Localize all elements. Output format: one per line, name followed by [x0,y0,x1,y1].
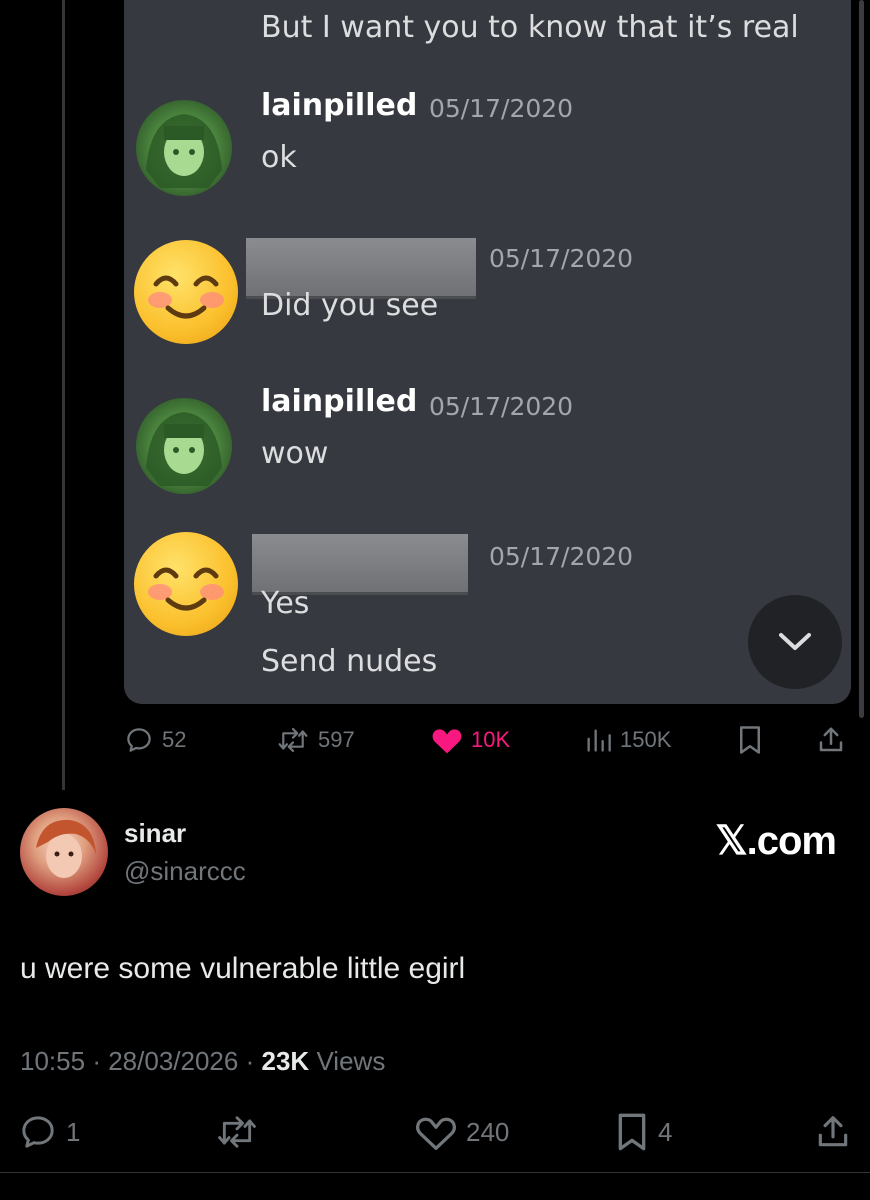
view-count: 150K [620,727,672,752]
message-timestamp: 05/17/2020 [489,244,634,273]
tweet-date[interactable]: 28/03/2026 [108,1046,238,1076]
analytics-icon [587,729,611,752]
message-timestamp: 05/17/2020 [489,542,634,571]
views-count: 23K [261,1046,310,1076]
divider [0,1172,870,1173]
separator: · [245,1046,255,1076]
views-label: Views [316,1046,386,1076]
bookmark-icon [618,1113,646,1151]
tweet-metadata: 10:55 · 28/03/2026 · 23K Views [20,1046,385,1077]
bookmark-action[interactable] [736,722,764,758]
like-action[interactable]: 240 [414,1114,509,1150]
chevron-down-icon [779,633,811,650]
tweet-text: u were some vulnerable little egirl [20,952,466,985]
share-action[interactable] [814,1114,852,1150]
x-logo: 𝕏.com [715,819,837,863]
message-text: ok [261,140,297,175]
message-timestamp: 05/17/2020 [429,392,574,421]
message-text: But I want you to know that it’s real [261,10,799,45]
heart-filled-icon [432,729,462,754]
tweet-time[interactable]: 10:55 [20,1046,85,1076]
share-action[interactable] [816,722,846,758]
message-text: wow [261,436,329,471]
message-text: Yes [261,586,310,621]
scroll-to-bottom-button[interactable] [748,595,842,689]
message-text: Did you see [261,288,439,323]
bookmark-action[interactable]: 4 [614,1113,673,1151]
message-text-second-line: Send nudes [261,644,438,679]
heart-icon [416,1117,456,1150]
smiling-face-icon [134,240,238,344]
reply-count: 52 [162,727,187,752]
display-name[interactable]: sinar [124,818,186,849]
repost-icon [218,1116,256,1148]
tweet-actions: 1 240 4 [0,1112,870,1152]
scrollbar-thumb[interactable] [859,0,864,718]
reply-icon [127,728,151,752]
like-action[interactable]: 10K [431,722,510,758]
repost-action[interactable] [214,1114,260,1150]
repost-icon [278,727,308,753]
embedded-chat-screenshot[interactable]: But I want you to know that it’s real la… [124,0,851,704]
reply-count: 1 [66,1116,81,1147]
message-timestamp: 05/17/2020 [429,94,574,123]
lain-avatar [136,398,232,494]
views-action[interactable]: 150K [584,722,671,758]
smiling-face-icon [134,532,238,636]
repost-action[interactable]: 597 [276,722,355,758]
like-count: 240 [466,1116,510,1147]
like-count: 10K [471,727,511,752]
message-author: lainpilled [261,384,418,419]
lain-avatar [136,100,232,196]
reply-action[interactable]: 52 [124,722,186,758]
separator: · [92,1046,101,1076]
reply-icon [22,1116,54,1148]
bookmark-count: 4 [658,1116,673,1147]
share-icon [818,1116,848,1147]
quoted-tweet-actions: 52 597 10K 150K [124,722,850,758]
user-handle[interactable]: @sinarccc [124,856,246,887]
reply-action[interactable]: 1 [18,1114,80,1150]
share-icon [819,727,843,752]
thread-line [62,0,65,790]
repost-count: 597 [318,727,355,752]
bookmark-icon [740,726,760,754]
message-author: lainpilled [261,88,418,123]
avatar[interactable] [20,808,108,896]
